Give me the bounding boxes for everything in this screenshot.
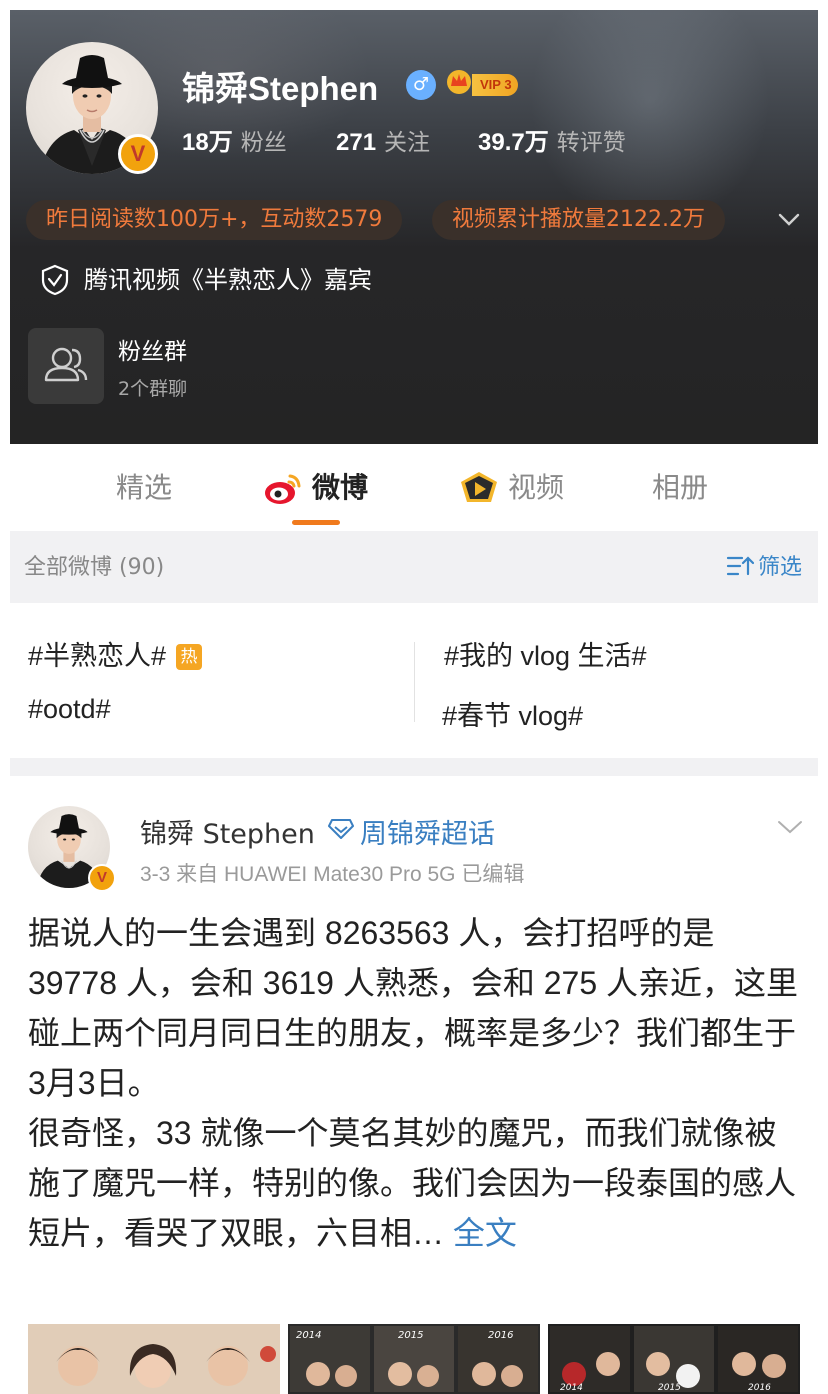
full-text-link[interactable]: 全文 <box>453 1215 517 1251</box>
vip-level-badge[interactable]: VIP 3 <box>472 74 518 96</box>
weibo-post: V 锦舜 Stephen 周锦舜超话 3-3 来自 HUAWEI Mate30 … <box>10 776 818 1394</box>
tab-featured[interactable]: 精选 <box>116 468 172 508</box>
reposts-comments-likes-stat[interactable]: 39.7万 转评赞 <box>478 124 626 160</box>
photo-year-label: 2015 <box>658 1383 681 1393</box>
diamond-icon <box>328 819 354 839</box>
post-body: 据说人的一生会遇到 8263563 人，会打招呼的是 39778 人，会和 36… <box>28 908 804 1258</box>
filter-label: 筛选 <box>757 555 802 580</box>
followers-stat[interactable]: 18万 粉丝 <box>182 124 287 160</box>
post-image-thumbnail[interactable]: 2014 2015 2016 <box>548 1324 800 1394</box>
photo-collage-image: 2014 2015 2016 <box>548 1324 800 1394</box>
post-image-thumbnail[interactable] <box>28 1324 280 1394</box>
topic-item[interactable]: #半熟恋人# 热 <box>28 634 203 673</box>
topic-label: #半熟恋人# <box>28 641 167 671</box>
filter-bar: 全部微博 (90) 筛选 <box>10 531 818 603</box>
hot-badge: 热 <box>176 644 203 670</box>
post-image-grid: 2014 2015 2016 2014 2015 2016 <box>28 1324 800 1394</box>
active-tab-indicator <box>292 520 340 525</box>
photo-year-label: 2015 <box>398 1330 423 1341</box>
chevron-down-icon[interactable] <box>776 816 804 838</box>
filter-button[interactable]: 筛选 <box>726 549 802 581</box>
fan-group-title: 粉丝群 <box>118 339 187 365</box>
photo-year-label: 2016 <box>748 1383 771 1393</box>
photo-year-label: 2014 <box>296 1330 321 1341</box>
shield-check-icon <box>41 264 69 296</box>
post-meta: 3-3 来自 HUAWEI Mate30 Pro 5G 已编辑 <box>140 863 525 886</box>
header-background-highlight <box>530 10 770 230</box>
tab-video[interactable]: 视频 <box>508 468 564 508</box>
fan-group-icon-box <box>28 328 104 404</box>
tab-weibo[interactable]: 微博 <box>312 468 368 508</box>
post-paragraph: 据说人的一生会遇到 8263563 人，会打招呼的是 39778 人，会和 36… <box>28 915 799 1101</box>
verified-badge: V <box>118 134 158 174</box>
photo-year-label: 2014 <box>560 1383 583 1393</box>
fan-group-subtitle: 2个群聊 <box>118 378 188 400</box>
video-badge-icon <box>461 472 497 502</box>
video-plays-pill[interactable]: 视频累计播放量2122.2万 <box>432 200 725 240</box>
post-paragraph: 很奇怪，33 就像一个莫名其妙的魔咒，而我们就像被施了魔咒一样，特别的像。我们会… <box>28 1115 797 1251</box>
photo-people-image <box>28 1324 280 1394</box>
profile-tabs: 精选 微博 视频 相册 <box>10 444 818 530</box>
fan-group-entry[interactable]: 粉丝群 2个群聊 <box>28 328 428 408</box>
vip-crown-icon <box>447 70 471 94</box>
topic-item[interactable]: #ootd# <box>28 694 111 725</box>
all-posts-count[interactable]: 全部微博 (90) <box>24 549 164 581</box>
male-icon: ♂ <box>406 70 436 100</box>
topic-item[interactable]: #春节 vlog# <box>442 694 583 733</box>
following-stat[interactable]: 271 关注 <box>336 124 430 160</box>
guest-description: 腾讯视频《半熟恋人》嘉宾 <box>84 266 372 294</box>
topic-list: #半熟恋人# 热 #我的 vlog 生活# #ootd# #春节 vlog# <box>10 604 818 758</box>
group-users-icon <box>44 347 88 382</box>
photo-collage-image: 2014 2015 2016 <box>288 1324 540 1394</box>
post-author-name[interactable]: 锦舜 Stephen <box>140 812 315 851</box>
post-image-thumbnail[interactable]: 2014 2015 2016 <box>288 1324 540 1394</box>
chevron-down-icon[interactable] <box>776 206 802 232</box>
tab-album[interactable]: 相册 <box>652 468 708 508</box>
profile-header: V 锦舜Stephen ♂ VIP 3 18万 粉丝 271 关注 39.7万 转评赞… <box>10 10 818 444</box>
photo-year-label: 2016 <box>488 1330 513 1341</box>
topic-divider <box>414 642 415 722</box>
read-count-pill[interactable]: 昨日阅读数100万+，互动数2579 <box>26 200 403 240</box>
supertopic-link[interactable]: 周锦舜超话 <box>360 812 495 851</box>
filter-sort-icon <box>726 556 754 576</box>
verified-badge: V <box>88 864 116 892</box>
weibo-logo-icon <box>265 474 301 504</box>
section-divider <box>10 758 818 776</box>
topic-item[interactable]: #我的 vlog 生活# <box>444 634 647 673</box>
profile-name: 锦舜Stephen <box>182 70 379 107</box>
